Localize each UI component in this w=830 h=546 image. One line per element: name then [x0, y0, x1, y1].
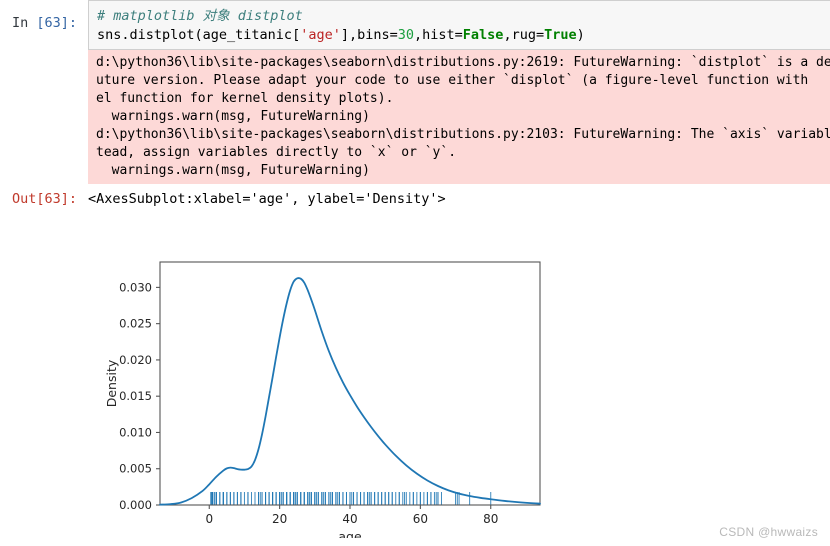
code-comment-text: # matplotlib 对象 distplot [97, 8, 303, 24]
stderr-output: d:\python36\lib\site-packages\seaborn\di… [88, 50, 830, 184]
stderr-line: warnings.warn(msg, FutureWarning) [96, 109, 370, 124]
code-token-hist-value: False [462, 27, 504, 43]
code-token-bins-value: 30 [397, 27, 415, 43]
y-tick-label: 0.030 [119, 280, 152, 294]
output-prompt-number: [63]: [36, 191, 78, 207]
notebook-container: In [63]: # matplotlib 对象 distplot sns.di… [0, 0, 830, 209]
figure-output: 0.000 0.005 0.010 0.015 0.020 0.025 0.030 0 20 40… [88, 248, 608, 538]
y-tick-label: 0.000 [119, 498, 152, 512]
code-editor[interactable]: # matplotlib 对象 distplot sns.distplot(ag… [88, 0, 830, 50]
y-tick-label: 0.010 [119, 425, 152, 439]
csdn-watermark: CSDN @hwwaizs [719, 525, 818, 539]
code-token-hist-kw: ,hist= [414, 27, 463, 43]
stderr-line: warnings.warn(msg, FutureWarning) [96, 163, 370, 178]
input-cell-row: In [63]: # matplotlib 对象 distplot sns.di… [0, 0, 830, 50]
density-plot: 0.000 0.005 0.010 0.015 0.020 0.025 0.030 0 20 40… [104, 261, 541, 538]
stderr-line: el function for kernel density plots). [96, 91, 394, 106]
output-prompt-label: Out [12, 191, 37, 207]
output-prompt: Out[63]: [0, 188, 88, 209]
x-tick-label: 60 [413, 512, 428, 526]
code-line-comment: # matplotlib 对象 distplot [97, 7, 822, 26]
input-prompt-number: [63]: [36, 15, 78, 31]
input-prompt-label: In [12, 15, 37, 31]
stderr-line: d:\python36\lib\site-packages\seaborn\di… [96, 127, 830, 142]
y-axis-label: Density [104, 359, 119, 407]
code-token-string-age: 'age' [300, 27, 341, 43]
stderr-line: uture version. Please adapt your code to… [96, 73, 809, 88]
axes-group: 0.000 0.005 0.010 0.015 0.020 0.025 0.030 0 20 40… [104, 261, 541, 538]
code-token-close-paren: ) [576, 27, 585, 43]
code-token-rug-value: True [544, 27, 577, 43]
code-token-call-start: sns.distplot(age_titanic[ [97, 27, 301, 43]
code-line-statement: sns.distplot(age_titanic['age'],bins=30,… [97, 26, 822, 45]
output-cell-row: Out[63]: <AxesSubplot:xlabel='age', ylab… [0, 188, 830, 209]
x-tick-label: 80 [483, 512, 498, 526]
x-tick-label: 0 [205, 512, 213, 526]
code-token-bins-kw: ],bins= [340, 27, 398, 43]
y-tick-label: 0.025 [119, 317, 152, 331]
y-tick-label: 0.015 [119, 389, 152, 403]
code-token-rug-kw: ,rug= [503, 27, 545, 43]
y-tick-label: 0.005 [119, 462, 152, 476]
y-tick-label: 0.020 [119, 353, 152, 367]
stderr-row: d:\python36\lib\site-packages\seaborn\di… [0, 50, 830, 184]
plot-frame [159, 261, 541, 506]
x-tick-label: 40 [342, 512, 357, 526]
x-axis-label: age [338, 529, 362, 538]
stderr-line: d:\python36\lib\site-packages\seaborn\di… [96, 55, 830, 70]
output-repr-text: <AxesSubplot:xlabel='age', ylabel='Densi… [88, 191, 446, 207]
stderr-line: tead, assign variables directly to `x` o… [96, 145, 457, 160]
kde-density-line [159, 277, 541, 506]
input-prompt: In [63]: [0, 0, 88, 33]
x-tick-label: 20 [272, 512, 287, 526]
